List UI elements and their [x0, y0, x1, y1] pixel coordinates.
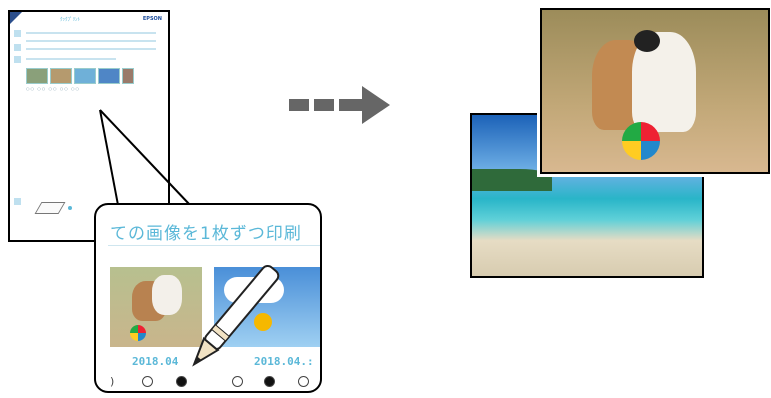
select-bubble[interactable] [142, 376, 153, 387]
bubble-partial: ) [110, 375, 115, 388]
callout-rule [108, 245, 320, 246]
callout-title: ての画像を1枚ずつ印刷 [110, 224, 302, 244]
arrow-dash [339, 99, 364, 111]
printed-photo-dogs [537, 5, 771, 177]
select-bubble[interactable] [298, 376, 309, 387]
arrow-dash [314, 99, 334, 111]
pencil-icon [192, 264, 280, 367]
arrow-right-icon [362, 86, 390, 124]
arrow-dash [289, 99, 309, 111]
